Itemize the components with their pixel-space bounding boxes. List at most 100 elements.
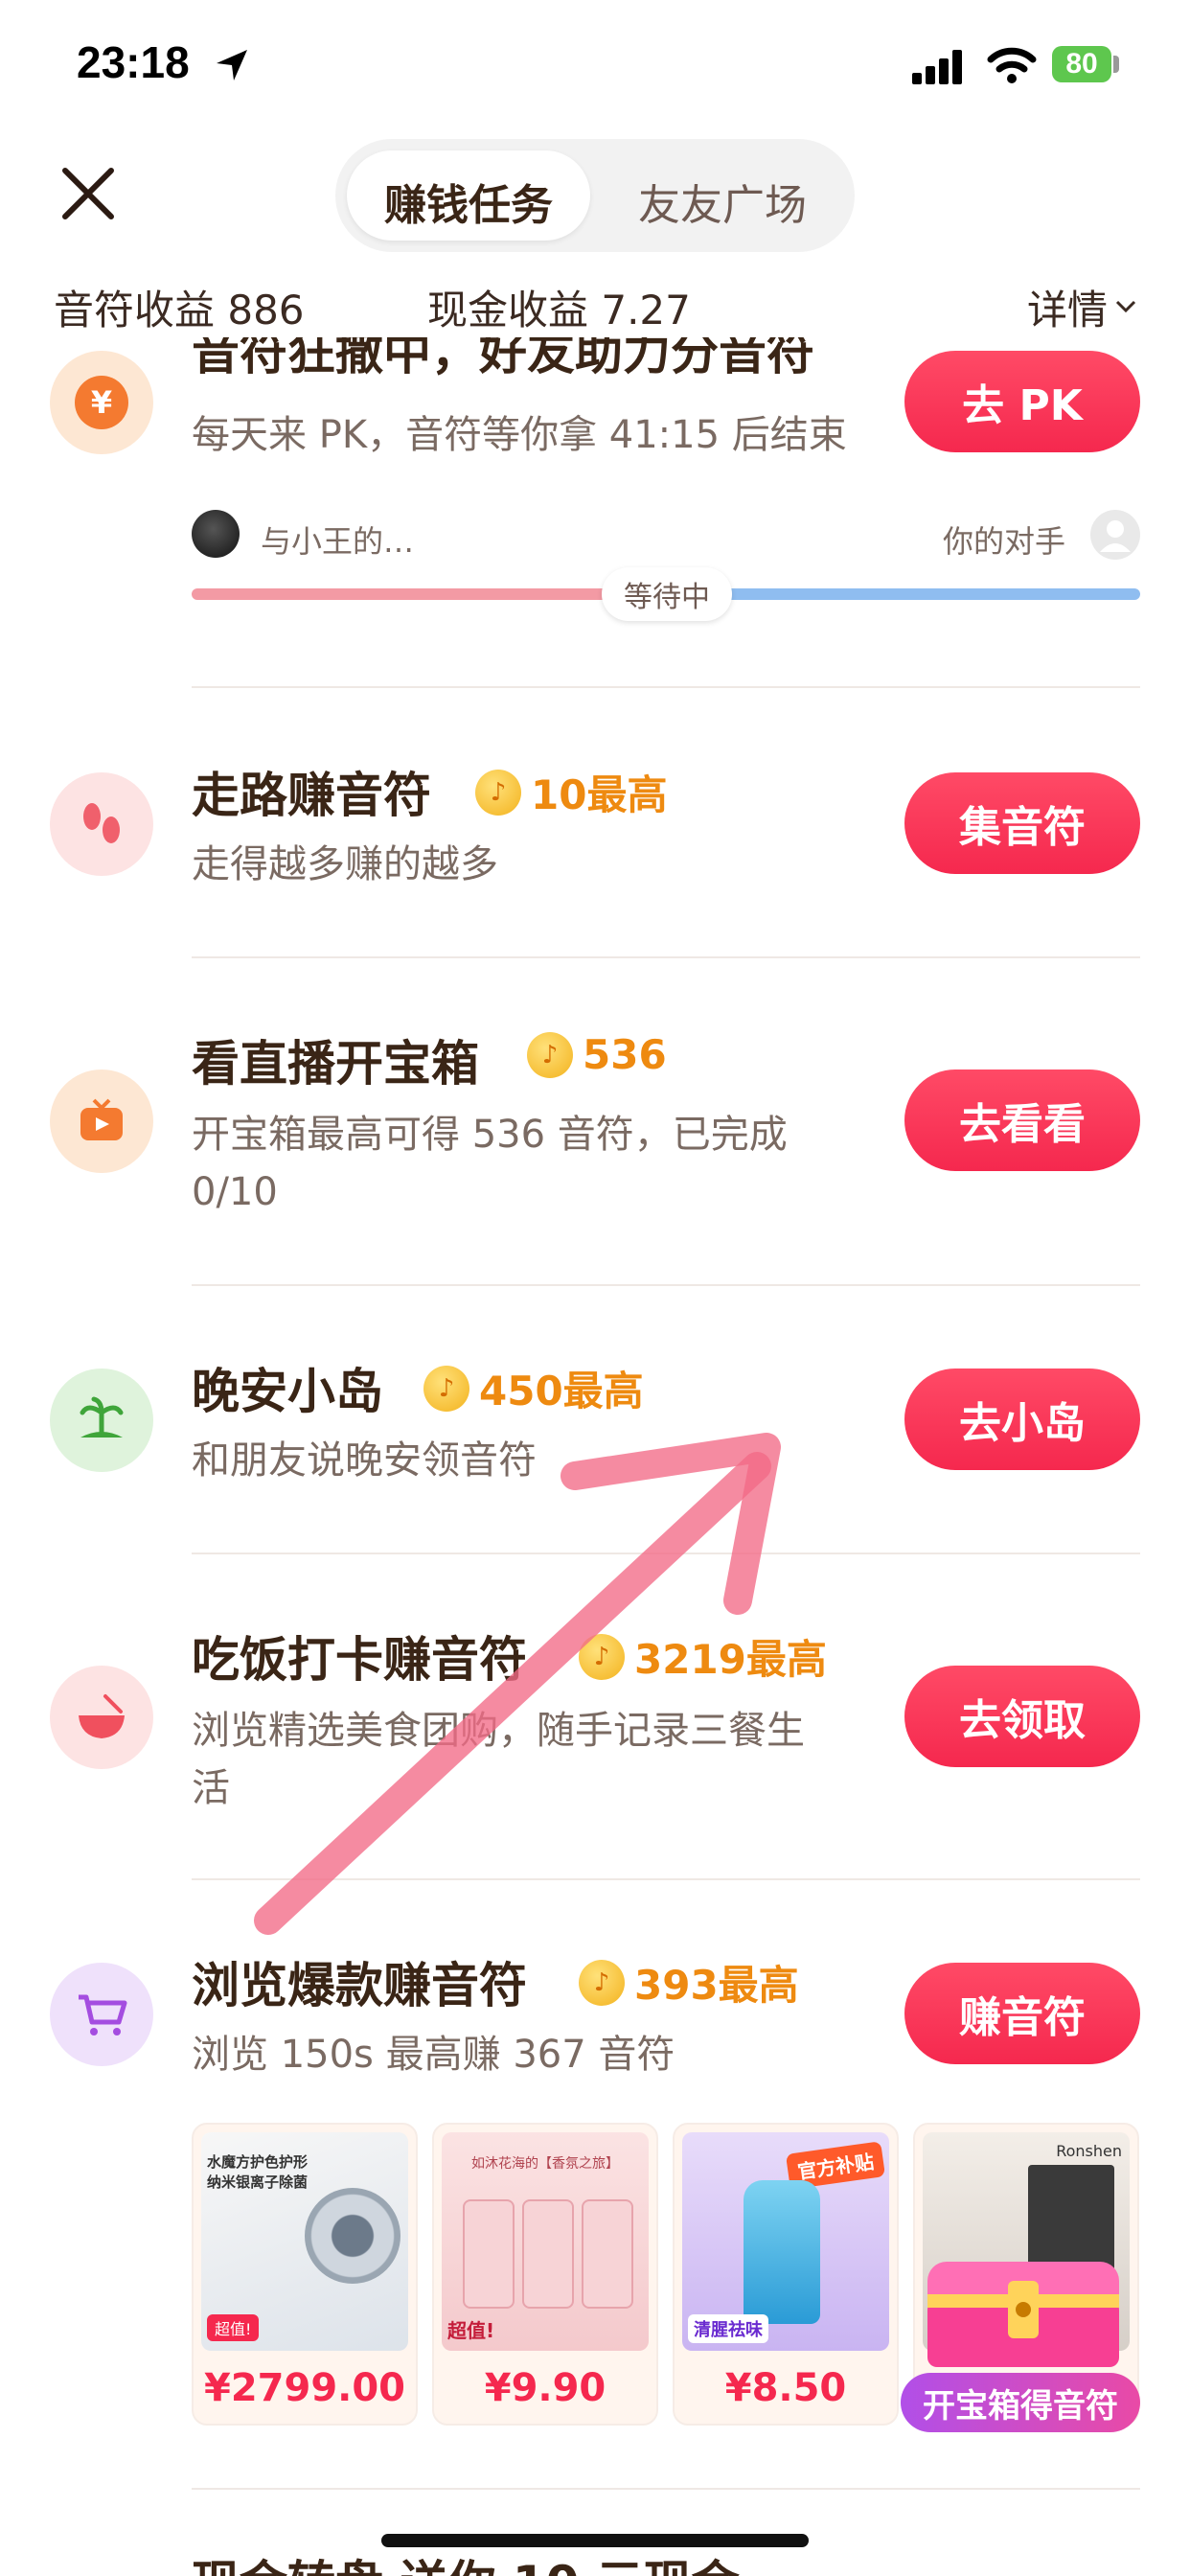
reward-text: 536 — [583, 1031, 667, 1078]
product-caption: 水魔方护色护形 纳米银离子除菌 — [207, 2153, 309, 2191]
task-island-reward: ♪ 450最高 — [423, 1359, 644, 1417]
next-task-peek: 现金转盘 送你 10 元现金 — [192, 2549, 740, 2576]
product-bottle — [744, 2180, 820, 2324]
footprints-icon — [83, 803, 120, 843]
product-image: 如沐花海的【香氛之旅】 超值! — [442, 2132, 649, 2351]
product-price: ¥8.50 — [724, 2366, 847, 2410]
pk-title: 音符狂撒中，好友助力分音符 — [192, 337, 814, 380]
task-live-reward: ♪ 536 — [527, 1031, 667, 1078]
task-island-title: 晚安小岛 — [192, 1364, 383, 1419]
note-coin-icon: ♪ — [423, 1365, 469, 1412]
task-live-desc-progress: 0/10 — [192, 1170, 278, 1214]
task-island-desc: 和朋友说晚安领音符 — [192, 1438, 537, 1483]
task-meal-button[interactable]: 去领取 — [904, 1666, 1140, 1767]
product-caption: 如沐花海的【香氛之旅】 — [471, 2156, 619, 2172]
task-live-button[interactable]: 去看看 — [904, 1070, 1140, 1171]
reward-text: 3219最高 — [634, 1636, 827, 1683]
product-badge: 超值! — [207, 2314, 260, 2341]
close-icon[interactable] — [59, 165, 117, 222]
pk-icon-bg: ¥ — [50, 351, 153, 454]
island-icon-bg — [50, 1368, 153, 1472]
cart-icon — [79, 1994, 127, 2036]
tv-icon — [80, 1098, 123, 1140]
task-walk-button[interactable]: 集音符 — [904, 772, 1140, 874]
walk-icon-bg — [50, 772, 153, 876]
task-meal-desc: 浏览精选美食团购，随手记录三餐生 — [192, 1709, 805, 1753]
user-icon — [1100, 520, 1131, 552]
washer-drum — [305, 2188, 400, 2284]
task-meal-desc-cont: 活 — [192, 1766, 230, 1810]
browse-icon-bg — [50, 1963, 153, 2066]
note-coin-icon: ♪ — [579, 1959, 625, 2006]
product-card[interactable]: 如沐花海的【香氛之旅】 超值! ¥9.90 — [432, 2123, 658, 2426]
divider — [192, 1878, 1140, 1880]
signal-icon — [912, 50, 962, 84]
divider — [192, 1552, 1140, 1554]
product-image: 官方补贴 清腥祛味 — [682, 2132, 889, 2351]
home-indicator[interactable] — [381, 2534, 809, 2547]
task-walk-title: 走路赚音符 — [192, 768, 431, 823]
pk-progress-right — [709, 588, 1140, 600]
product-brand: Ronshen — [1056, 2142, 1122, 2160]
divider — [192, 2488, 1140, 2490]
opponent-avatar[interactable] — [1090, 510, 1140, 560]
live-icon-bg — [50, 1070, 153, 1173]
task-browse-title: 浏览爆款赚音符 — [192, 1958, 527, 2013]
product-price: ¥9.90 — [484, 2366, 606, 2410]
location-arrow-icon — [217, 50, 247, 80]
divider — [192, 686, 1140, 688]
product-sub: 清腥祛味 — [688, 2314, 768, 2343]
reward-text: 393最高 — [634, 1962, 799, 2009]
product-pack — [463, 2199, 515, 2309]
chevron-down-icon[interactable] — [1115, 299, 1136, 314]
note-coin-icon: ♪ — [475, 769, 521, 816]
task-live-title: 看直播开宝箱 — [192, 1036, 479, 1092]
task-meal-reward: ♪ 3219最高 — [579, 1627, 827, 1686]
note-coin-icon: ♪ — [527, 1031, 573, 1078]
product-image: 水魔方护色护形 纳米银离子除菌 超值! — [201, 2132, 408, 2351]
wifi-icon — [987, 47, 1037, 83]
reward-text: 10最高 — [531, 771, 668, 818]
note-coin-icon: ♪ — [579, 1633, 625, 1680]
status-time: 23:18 — [77, 37, 190, 87]
treasure-chest-icon[interactable] — [908, 2233, 1140, 2386]
next-task-title: 现金转盘 送你 10 元现金 — [192, 2549, 740, 2576]
meal-icon-bg — [50, 1666, 153, 1769]
task-browse-button[interactable]: 赚音符 — [904, 1963, 1140, 2064]
task-island-button[interactable]: 去小岛 — [904, 1368, 1140, 1470]
product-badge: 超值! — [447, 2319, 495, 2342]
product-card[interactable]: 水魔方护色护形 纳米银离子除菌 超值! ¥2799.00 — [192, 2123, 418, 2426]
treasure-label[interactable]: 开宝箱得音符 — [901, 2373, 1140, 2432]
battery-indicator: 80 — [1052, 46, 1111, 82]
task-meal-title: 吃饭打卡赚音符 — [192, 1632, 527, 1688]
task-walk-desc: 走得越多赚的越多 — [192, 842, 498, 886]
avatar[interactable] — [192, 510, 240, 558]
pk-task: ¥ 音符狂撒中，好友助力分音符 每天来 PK，音符等你拿 41:15 后结束 去… — [0, 337, 1190, 702]
cash-income: 现金收益 7.27 — [427, 287, 691, 334]
pk-progress-left — [192, 588, 613, 600]
task-browse-desc: 浏览 150s 最高赚 367 音符 — [192, 2033, 675, 2077]
bowl-icon — [79, 1694, 125, 1738]
product-pack — [582, 2199, 633, 2309]
pk-left-name: 与小王的… — [261, 523, 415, 560]
divider — [192, 956, 1140, 958]
divider — [192, 1284, 1140, 1286]
yuan-icon: ¥ — [75, 376, 128, 429]
task-walk-reward: ♪ 10最高 — [475, 763, 667, 821]
battery-tip — [1113, 56, 1119, 73]
product-pack — [522, 2199, 574, 2309]
task-live-desc: 开宝箱最高可得 536 音符，已完成 — [192, 1113, 788, 1157]
product-card[interactable]: 官方补贴 清腥祛味 ¥8.50 — [673, 2123, 899, 2426]
tab-friends-square[interactable]: 友友广场 — [602, 171, 843, 232]
note-income: 音符收益 886 — [54, 287, 305, 334]
island-icon — [80, 1396, 124, 1438]
pk-desc: 每天来 PK，音符等你拿 41:15 后结束 — [192, 413, 847, 457]
pk-status-badge: 等待中 — [602, 567, 732, 621]
detail-link[interactable]: 详情 — [1027, 278, 1108, 336]
pk-button[interactable]: 去 PK — [904, 351, 1140, 452]
pk-right-name: 你的对手 — [943, 523, 1066, 560]
reward-text: 450最高 — [479, 1368, 644, 1414]
task-browse-reward: ♪ 393最高 — [579, 1953, 799, 2012]
product-price: ¥2799.00 — [203, 2366, 406, 2410]
tab-earn-tasks[interactable]: 赚钱任务 — [347, 171, 590, 232]
